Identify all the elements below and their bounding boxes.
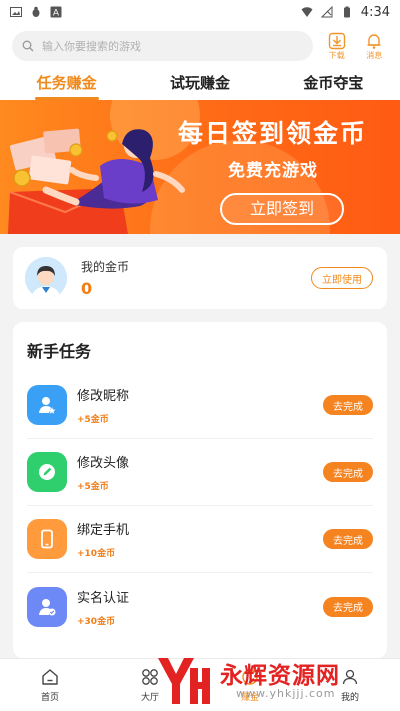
- wifi-icon: [301, 7, 313, 17]
- task-name: 绑定手机: [77, 523, 130, 538]
- user-star-icon: [27, 385, 67, 425]
- home-icon: [41, 667, 59, 687]
- pencil-icon: [27, 452, 67, 492]
- tab-bar: 任务赚金 试玩赚金 金币夺宝: [0, 68, 400, 100]
- nav-mine[interactable]: 我的: [300, 659, 400, 711]
- nav-hall[interactable]: 大厅: [100, 659, 200, 711]
- a-icon: A: [50, 6, 62, 18]
- task-row: 实名认证 +30金币 去完成: [27, 573, 373, 640]
- download-label: 下载: [328, 50, 345, 60]
- message-label: 消息: [366, 50, 383, 60]
- bug-icon: [32, 6, 40, 17]
- complete-task-button[interactable]: 去完成: [323, 596, 373, 617]
- battery-icon: [343, 6, 350, 18]
- banner-illustration: [8, 128, 185, 234]
- status-bar: A 4:34: [0, 0, 400, 24]
- phone-icon: [27, 519, 67, 559]
- complete-task-button[interactable]: 去完成: [323, 395, 373, 415]
- task-row: 绑定手机 +10金币 去完成: [27, 506, 373, 573]
- nav-hall-label: 大厅: [140, 693, 159, 703]
- avatar-icon: [25, 257, 67, 299]
- search-icon: [22, 40, 34, 52]
- user-icon: [341, 667, 359, 687]
- task-name: 实名认证: [77, 590, 130, 606]
- task-name: 修改昵称: [77, 389, 130, 404]
- image-icon: [10, 7, 22, 17]
- task-reward: +10金币: [77, 549, 116, 559]
- bell-icon: [367, 33, 381, 49]
- complete-task-button[interactable]: 去完成: [323, 462, 373, 482]
- nav-earn[interactable]: 赚金: [200, 659, 300, 711]
- tab-coin-treasure[interactable]: 金币夺宝: [267, 68, 400, 100]
- search-bar[interactable]: [12, 31, 313, 61]
- task-reward: +30金币: [77, 616, 116, 627]
- nav-earn-label: 赚金: [240, 693, 259, 703]
- coins-label: 我的金币: [81, 260, 130, 274]
- nav-mine-label: 我的: [340, 693, 359, 703]
- nav-home[interactable]: 首页: [0, 659, 100, 711]
- task-name: 修改头像: [77, 456, 130, 471]
- tab-trial-earn[interactable]: 试玩赚金: [133, 68, 266, 100]
- tab-task-earn[interactable]: 任务赚金: [0, 68, 133, 100]
- coins-value: 0: [81, 279, 93, 298]
- banner-title: 每日签到领金币: [178, 119, 368, 148]
- use-coins-button[interactable]: 立即使用: [311, 267, 373, 289]
- bottom-nav: 首页 大厅 赚金 我的: [0, 658, 400, 711]
- message-button[interactable]: 消息: [361, 32, 389, 61]
- signin-banner[interactable]: 每日签到领金币 免费充游戏 立即签到: [0, 100, 400, 234]
- complete-task-button[interactable]: 去完成: [323, 529, 373, 549]
- task-row: 修改昵称 +5金币 去完成: [27, 372, 373, 439]
- my-coins-card: 我的金币 0 立即使用: [13, 247, 387, 309]
- grid-icon: [141, 667, 159, 687]
- id-verify-icon: [27, 586, 67, 627]
- search-input[interactable]: [42, 39, 303, 53]
- top-header: 下载 消息: [0, 24, 400, 68]
- no-signal-icon: [320, 6, 333, 18]
- task-reward: +5金币: [77, 415, 109, 425]
- status-time: 4:34: [360, 4, 390, 20]
- tasks-title: 新手任务: [27, 342, 92, 361]
- banner-subtitle: 免费充游戏: [228, 161, 318, 181]
- download-button[interactable]: 下载: [323, 32, 351, 61]
- nav-home-label: 首页: [40, 693, 59, 703]
- download-icon: [328, 32, 345, 49]
- signin-button[interactable]: 立即签到: [220, 193, 344, 225]
- svg-text:A: A: [53, 9, 60, 19]
- coin-icon: [241, 667, 259, 687]
- avatar[interactable]: [25, 257, 67, 299]
- task-reward: +5金币: [77, 482, 109, 492]
- task-row: 修改头像 +5金币 去完成: [27, 439, 373, 506]
- newbie-tasks-card: 新手任务 修改昵称 +5金币 去完成 修改头像 +5金币 去完成 绑定手机 +1…: [13, 322, 387, 658]
